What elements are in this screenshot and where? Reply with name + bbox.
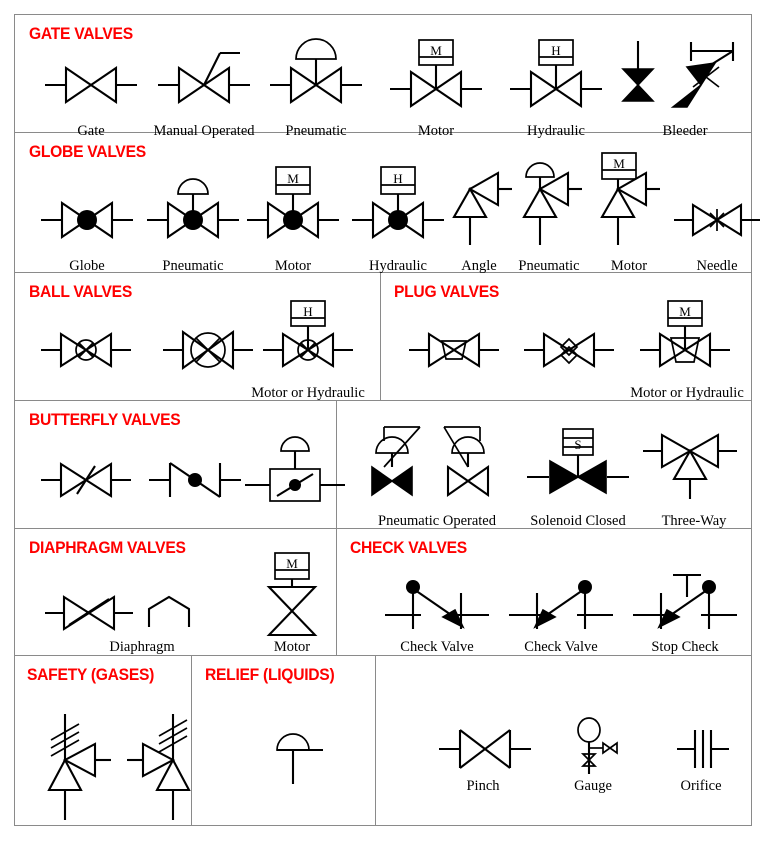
symbol-pneumatic-operated-pair	[366, 423, 502, 499]
caption-diaphragm: Diaphragm	[109, 639, 175, 655]
symbol-gauge-with-valve	[565, 717, 627, 776]
section-title-gate-valves: GATE VALVES	[29, 24, 133, 43]
symbol-globe-valve-pneumatic-dome	[147, 171, 239, 243]
symbol-ball-valve-large-circle	[163, 325, 253, 375]
symbol-plug-valve-diamond	[524, 328, 614, 372]
symbol-angle-valve-motor-box: M	[598, 151, 660, 245]
symbol-safety-valve-spring-left	[41, 712, 119, 822]
symbol-three-way-valve	[643, 433, 737, 499]
symbol-gate-valve-pneumatic-dome	[270, 37, 362, 107]
caption-ball-motor-or-hydraulic: Motor or Hydraulic	[251, 385, 365, 401]
symbol-pinch-valve	[439, 726, 531, 772]
divider-relief-misc	[375, 656, 376, 826]
section-title-globe-valves: GLOBE VALVES	[29, 142, 146, 161]
section-title-butterfly-valves: BUTTERFLY VALVES	[29, 410, 181, 429]
symbol-angle-valve-pneumatic-dome	[520, 155, 582, 245]
symbol-gate-valve-motor-box: M	[390, 37, 482, 108]
actuator-letter-s: S	[574, 437, 581, 452]
caption-check-valve-1: Check Valve	[400, 639, 474, 655]
symbol-relief-valve-dome	[265, 724, 345, 788]
section-butterfly-and-actuated: BUTTERFLY VALVES Pneumatic Operated S So…	[15, 401, 751, 529]
caption-orifice: Orifice	[680, 778, 722, 794]
symbol-plug-valve-actuated: M	[640, 299, 730, 375]
actuator-letter-m: M	[679, 304, 691, 319]
symbol-gate-valve-manual-handle	[158, 45, 250, 107]
actuator-letter-h: H	[393, 171, 402, 186]
symbol-check-valve-right	[385, 577, 489, 631]
symbol-orifice-plate	[673, 726, 733, 772]
symbol-gate-valve-hydraulic-box: H	[510, 37, 602, 108]
caption-pneumatic-operated: Pneumatic Operated	[378, 513, 496, 529]
section-title-diaphragm-valves: DIAPHRAGM VALVES	[29, 538, 186, 557]
section-title-check-valves: CHECK VALVES	[350, 538, 467, 557]
symbol-safety-valve-spring-right	[119, 712, 197, 822]
section-gate-valves: GATE VALVES Gate Manual Operated Pneumat…	[15, 15, 751, 139]
section-title-plug-valves: PLUG VALVES	[394, 282, 500, 301]
symbol-stop-check-valve	[633, 571, 737, 631]
caption-pinch: Pinch	[466, 778, 500, 794]
section-diaphragm-and-check: DIAPHRAGM VALVES CHECK VALVES Diaphragm	[15, 529, 751, 656]
symbol-diaphragm-valve-motor: M	[247, 551, 337, 637]
section-globe-valves: GLOBE VALVES Globe Pneumatic M Motor H H…	[15, 133, 760, 274]
divider-ball-plug	[380, 273, 381, 400]
symbol-angle-valve-plain	[450, 169, 512, 245]
symbol-butterfly-valve-box-pneumatic	[245, 425, 345, 505]
valve-symbols-page: GATE VALVES Gate Manual Operated Pneumat…	[0, 0, 768, 844]
actuator-letter-m: M	[613, 156, 625, 171]
symbol-diaphragm-valve-pair	[45, 591, 205, 635]
symbol-butterfly-valve-wafer-dot	[149, 457, 241, 503]
caption-three-way: Three-Way	[661, 513, 727, 529]
actuator-letter-m: M	[430, 43, 442, 58]
caption-stop-check: Stop Check	[651, 639, 719, 655]
symbol-butterfly-valve-slash	[41, 459, 131, 501]
symbol-bleeder-valve-pair	[615, 37, 737, 115]
section-ball-and-plug: BALL VALVES PLUG VALVES H Motor or Hydra…	[15, 273, 751, 401]
symbol-globe-valve-hydraulic-box: H	[352, 161, 444, 243]
actuator-letter-m: M	[287, 171, 299, 186]
section-title-relief-liquids: RELIEF (LIQUIDS)	[205, 665, 335, 684]
caption-check-valve-2: Check Valve	[524, 639, 598, 655]
symbol-check-valve-left	[509, 577, 613, 631]
section-title-ball-valves: BALL VALVES	[29, 282, 132, 301]
caption-solenoid-closed: Solenoid Closed	[530, 513, 626, 529]
actuator-letter-h: H	[303, 304, 312, 319]
chart-border: GATE VALVES Gate Manual Operated Pneumat…	[14, 14, 760, 826]
symbol-globe-valve-plain	[41, 198, 133, 242]
caption-diaphragm-motor: Motor	[273, 639, 311, 655]
actuator-letter-m: M	[286, 556, 298, 571]
section-safety-relief-misc: SAFETY (GASES) RELIEF (LIQUIDS) Pinch Ga…	[15, 656, 751, 826]
symbol-gate-valve-plain	[45, 63, 137, 107]
symbol-ball-valve-actuated: H	[263, 299, 353, 375]
actuator-letter-h: H	[551, 43, 560, 58]
caption-gauge: Gauge	[574, 778, 612, 794]
section-title-safety-gases: SAFETY (GASES)	[27, 665, 155, 684]
caption-plug-motor-or-hydraulic: Motor or Hydraulic	[630, 385, 744, 401]
symbol-ball-valve-small-circle	[41, 328, 131, 372]
symbol-plug-valve-trapezoid	[409, 328, 499, 372]
symbol-globe-valve-motor-box: M	[247, 161, 339, 243]
symbol-solenoid-closed-valve: S	[527, 427, 629, 499]
symbol-needle-valve	[674, 199, 760, 241]
